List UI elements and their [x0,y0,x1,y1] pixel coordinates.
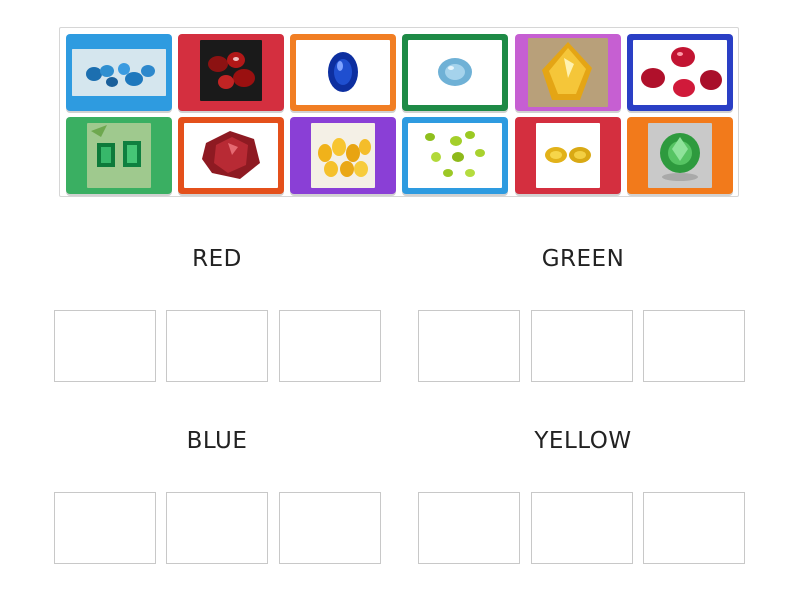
gem-tile-yellow-sapphire[interactable] [515,117,621,194]
drop-slot-blue-1[interactable] [54,492,156,564]
gem-tile-aquamarine[interactable] [402,34,508,111]
yellow-citrine-pile-icon [311,123,375,188]
gem-tile-peridot[interactable] [402,117,508,194]
yellow-sapphire-icon [536,123,600,188]
green-garnet-icon [648,123,712,188]
drop-slot-red-2[interactable] [166,310,268,382]
drop-slot-blue-3[interactable] [279,492,381,564]
gem-tile-red-garnet[interactable] [178,34,284,111]
sapphire-icon [296,40,390,105]
citrine-icon [528,38,608,107]
gem-tile-sapphire[interactable] [290,34,396,111]
category-title-red: RED [192,246,242,272]
aquamarine-icon [408,40,502,105]
drop-slot-yellow-2[interactable] [531,492,633,564]
gem-tile-emerald[interactable] [66,117,172,194]
drop-slot-green-3[interactable] [643,310,745,382]
drop-slot-red-1[interactable] [54,310,156,382]
category-title-blue: BLUE [186,428,248,454]
gem-tile-red-beryl[interactable] [178,117,284,194]
red-beryl-icon [184,123,278,188]
category-title-yellow: YELLOW [534,428,632,454]
ruby-icon [633,40,727,105]
drop-slot-yellow-1[interactable] [418,492,520,564]
gem-tile-ruby[interactable] [627,34,733,111]
drop-slot-blue-2[interactable] [166,492,268,564]
peridot-icon [408,123,502,188]
tile-tray [59,27,739,197]
drop-slot-red-3[interactable] [279,310,381,382]
gem-tile-citrine[interactable] [515,34,621,111]
drop-slot-green-1[interactable] [418,310,520,382]
drop-slot-green-2[interactable] [531,310,633,382]
gem-tile-yellow-citrine-pile[interactable] [290,117,396,194]
blue-topaz-icon [72,49,166,96]
drop-slot-yellow-3[interactable] [643,492,745,564]
gem-tile-blue-topaz[interactable] [66,34,172,111]
category-title-green: GREEN [541,246,625,272]
gem-tile-green-garnet[interactable] [627,117,733,194]
red-garnet-icon [200,40,262,101]
emerald-icon [87,123,151,188]
